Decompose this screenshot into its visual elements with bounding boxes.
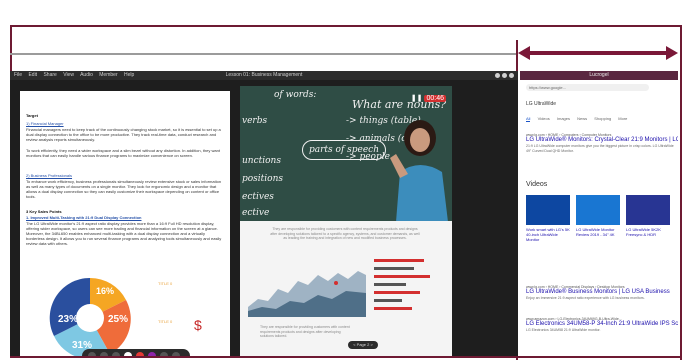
chalk-line-ectives: ectives (242, 192, 274, 202)
video-thumbnail[interactable] (626, 195, 670, 225)
search-result[interactable]: www.amazon.com › LG-Electronics-34UM69G-… (526, 317, 678, 333)
chart-label-23: 23% (58, 314, 78, 325)
search-query[interactable]: LG UltraWide (526, 101, 556, 107)
frame-left-border (10, 25, 12, 71)
dollar-icon: $ (194, 317, 202, 333)
video-title[interactable]: LG UltraWide 5K2K Freesync & HDR (626, 227, 670, 237)
target-heading: Target (26, 113, 38, 118)
item2-title: 2) Business Professionals (26, 173, 73, 178)
color-white-swatch[interactable] (124, 352, 132, 356)
double-arrow-icon (518, 46, 678, 60)
area-chart (248, 271, 366, 317)
video-title[interactable]: Work smart with LG's 5K 40-inch UltraWid… (526, 227, 570, 242)
result-title[interactable]: LG Electronics 34UM58-P 34-Inch 21:9 Ult… (526, 321, 678, 328)
frame-width-line (10, 53, 518, 55)
close-button[interactable] (509, 73, 514, 78)
window-controls (493, 73, 514, 82)
point1-title: 1. Improved Multi-Tasking with 21:9 Dual… (26, 215, 142, 220)
point1-text: The LG UltraWide monitor's 21:9 aspect r… (26, 221, 222, 246)
chalk-line-unctions: unctions (242, 156, 281, 166)
undo-icon[interactable] (88, 352, 96, 356)
color-purple-swatch[interactable] (148, 352, 156, 356)
card1-title: TITLE 0 (158, 281, 173, 286)
recording-timer: 00:46 (424, 95, 446, 102)
browser-url-bar[interactable]: https://www.google... (526, 84, 649, 91)
chalk-parts-of-speech: parts of speech (302, 140, 387, 160)
frame-bottom-border (10, 356, 682, 358)
card2-title: TITLE 0 (158, 319, 173, 324)
tab-shopping[interactable]: Shopping (594, 116, 611, 121)
pen-icon[interactable] (100, 352, 108, 356)
highlighter-icon[interactable] (112, 352, 120, 356)
donut-chart: 16% 25% 23% 31% (49, 277, 131, 356)
slide-page-nav[interactable]: < Page 2 > (348, 341, 378, 349)
main-app-window: File Edit Share View Audio Member Help L… (10, 71, 518, 356)
browser-window: Lucrogel https://www.google... LG UltraW… (520, 71, 678, 356)
search-result[interactable]: www.lg.com › HOME › Computers › Computer… (526, 133, 678, 153)
video-title[interactable]: LG UltraWide Monitor Review 2019 - 34" 4… (576, 227, 620, 237)
video-thumbnail[interactable] (576, 195, 620, 225)
result-snippet: LG Electronics 34UM58 21:9 UltraWide mon… (526, 328, 601, 332)
item2-text: To enhance work efficiency, business pro… (26, 179, 222, 199)
chalk-line-positions: positions (242, 174, 284, 184)
browser-titlebar: Lucrogel (520, 71, 678, 80)
slide-paragraph-2: They are responsible for providing custo… (260, 325, 350, 338)
teacher-figure (390, 120, 448, 222)
maximize-button[interactable] (502, 73, 507, 78)
minimize-button[interactable] (495, 73, 500, 78)
bar-list-chart (374, 259, 430, 310)
chalk-line-ective: ective (242, 208, 270, 218)
frame-top-border (10, 25, 682, 27)
result-title[interactable]: LG UltraWide® Monitors: Crystal-Clear 21… (526, 137, 678, 144)
search-tabs: All Videos Images News Shopping More (526, 116, 633, 122)
recording-indicator: ❚❚ 00:46 (411, 94, 446, 102)
item1-title: 1) Financial Manager (26, 121, 64, 126)
video-pane[interactable]: of words: What are nouns? -> things (tab… (240, 86, 452, 222)
video-thumbnail[interactable] (526, 195, 570, 225)
eraser-icon[interactable] (160, 352, 168, 356)
tab-videos[interactable]: Videos (538, 116, 550, 121)
videos-heading: Videos (526, 181, 548, 188)
tab-all[interactable]: All (526, 116, 531, 122)
slide-paragraph: They are responsible for providing custo… (270, 227, 420, 240)
document-pane: Target 1) Financial Manager Financial ma… (20, 91, 230, 356)
item1-text: Financial managers need to keep track of… (26, 127, 221, 142)
slide-pane: They are responsible for providing custo… (240, 221, 452, 356)
chart-label-25: 25% (108, 314, 128, 325)
add-icon[interactable] (172, 352, 180, 356)
result-snippet: Enjoy an Immersive 21:9 aspect ratio exp… (526, 296, 645, 300)
tab-images[interactable]: Images (557, 116, 570, 121)
item1-text2: To work efficiently, they need a wider w… (26, 148, 220, 158)
annotation-toolbar (82, 349, 190, 356)
chalk-line-1: of words: (274, 90, 317, 100)
tab-more[interactable]: More (618, 116, 627, 121)
frame-right-border (680, 25, 682, 360)
tab-news[interactable]: News (577, 116, 587, 121)
search-result[interactable]: www.lg.com › HOME › Commercial Displays … (526, 285, 676, 301)
window-title: Lesson 01: Business Management (225, 72, 303, 78)
window-titlebar: File Edit Share View Audio Member Help L… (10, 71, 518, 80)
color-red-swatch[interactable] (136, 352, 144, 356)
pause-icon[interactable]: ❚❚ (411, 95, 423, 102)
result-snippet: 21:9 LG UltraWide computer monitors give… (526, 144, 674, 153)
chart-label-16: 16% (96, 286, 114, 296)
chalk-line-verbs: verbs (242, 116, 268, 126)
key-sales-heading: 3 Key Sales Points (26, 209, 62, 214)
result-title[interactable]: LG UltraWide® Business Monitors | LG USA… (526, 289, 676, 296)
